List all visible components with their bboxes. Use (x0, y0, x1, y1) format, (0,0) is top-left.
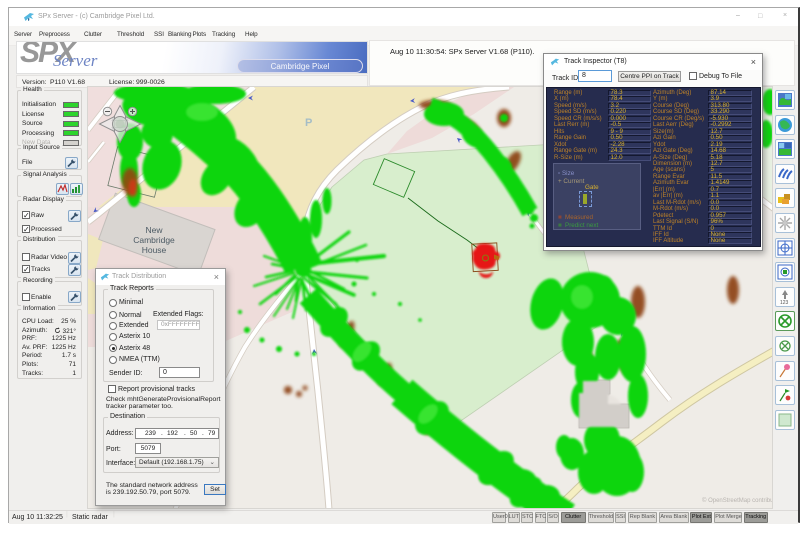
svg-text:Cambridge: Cambridge (133, 235, 175, 245)
svg-text:123: 123 (780, 300, 789, 306)
svg-text:P: P (305, 117, 312, 129)
svg-text:© OpenStreetMap contributors: © OpenStreetMap contributors (702, 497, 773, 504)
svg-text:New: New (145, 225, 163, 235)
svg-text:House: House (142, 245, 167, 255)
